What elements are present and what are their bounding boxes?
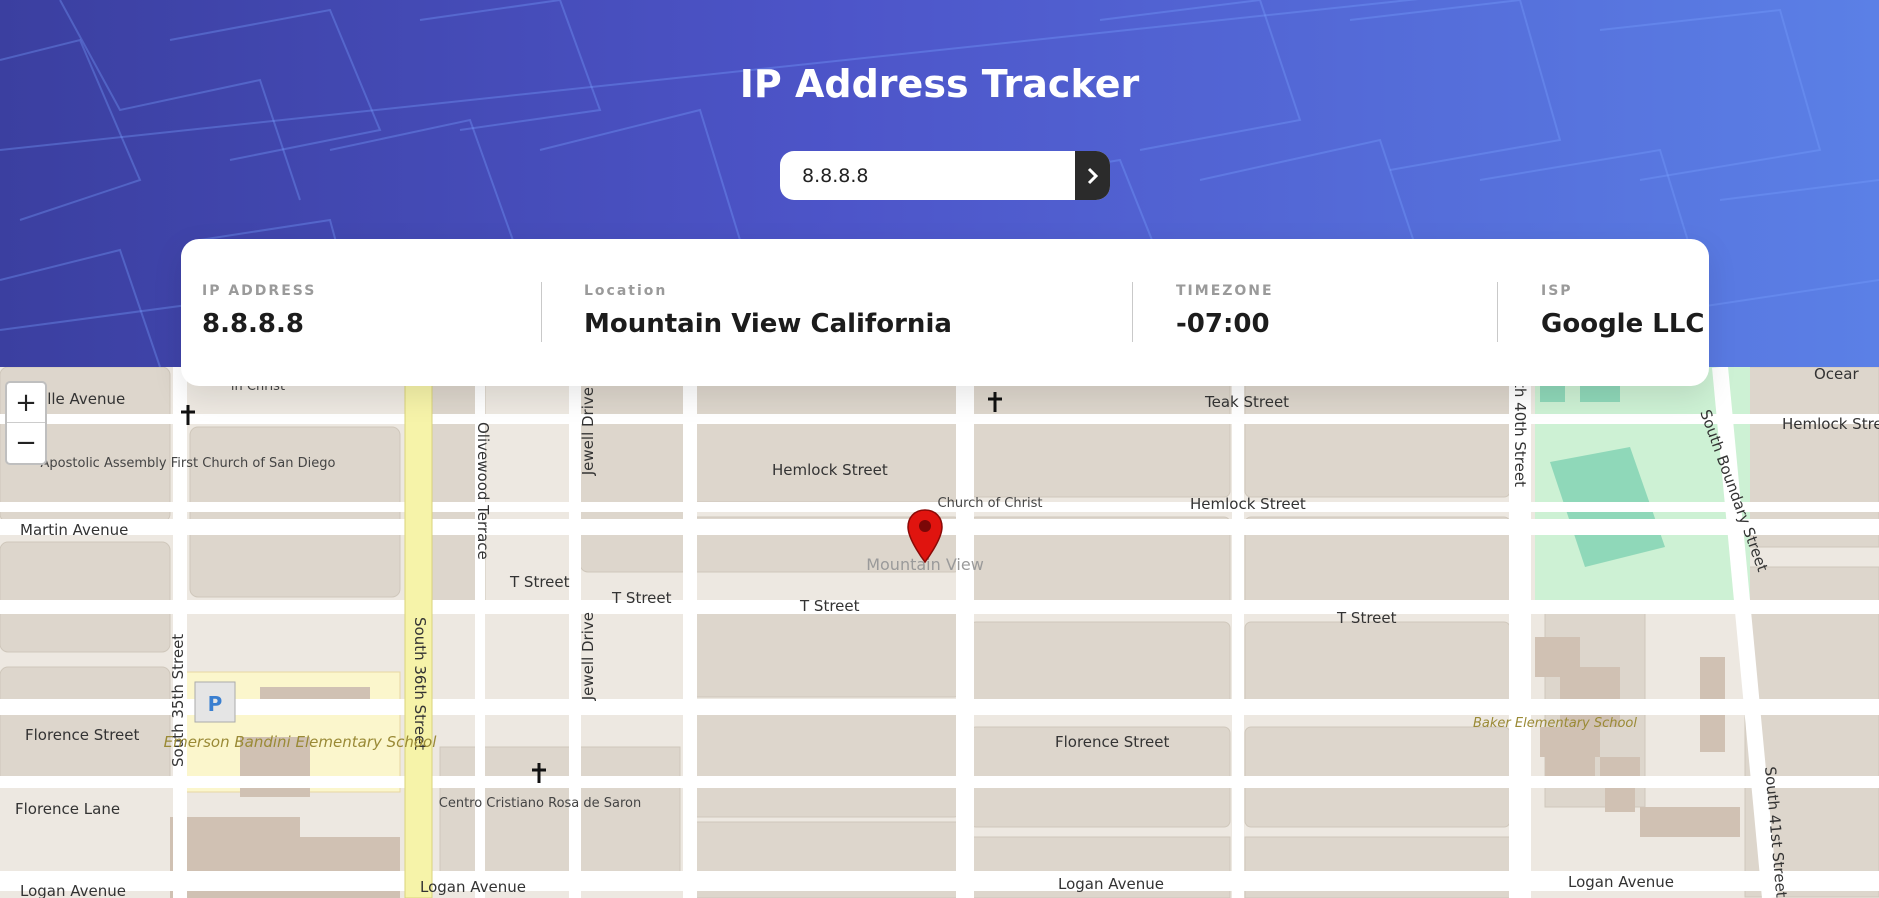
zoom-control: + − <box>5 381 47 465</box>
street-label: Jewell Drive <box>579 612 597 701</box>
divider <box>1497 282 1498 342</box>
street-label: Jewell Drive <box>579 387 597 476</box>
street-label: T Street <box>509 573 570 591</box>
timezone-stat: TIMEZONE -07:00 <box>1176 283 1274 339</box>
divider <box>1132 282 1133 342</box>
street-label: Florence Street <box>1055 733 1169 751</box>
ip-address-stat: IP ADDRESS 8.8.8.8 <box>202 283 316 339</box>
location-label: Location <box>584 283 668 299</box>
street-label: Teak Street <box>1204 393 1289 411</box>
isp-label: ISP <box>1541 283 1573 299</box>
ip-search-input[interactable] <box>780 151 1075 200</box>
street-label: Hemlock Stre <box>1782 415 1879 433</box>
isp-stat: ISP Google LLC <box>1541 283 1705 339</box>
ip-address-value: 8.8.8.8 <box>202 309 304 339</box>
map-pin-icon[interactable] <box>906 508 944 568</box>
street-label: Logan Avenue <box>20 882 126 898</box>
location-stat: Location Mountain View California <box>584 283 952 339</box>
street-label: Ocear <box>1814 367 1859 383</box>
street-label: Martin Avenue <box>20 521 128 539</box>
ip-info-card: IP ADDRESS 8.8.8.8 Location Mountain Vie… <box>181 239 1709 386</box>
page-title: IP Address Tracker <box>739 62 1140 106</box>
place-label: Apostolic Assembly First Church of San D… <box>41 456 336 471</box>
street-label: Hemlock Street <box>772 461 888 479</box>
zoom-in-button[interactable]: + <box>7 383 45 423</box>
timezone-label: TIMEZONE <box>1176 283 1274 299</box>
street-label: T Street <box>799 597 860 615</box>
zoom-out-button[interactable]: − <box>7 423 45 463</box>
place-label: Emerson Bandini Elementary School <box>164 733 438 751</box>
timezone-value: -07:00 <box>1176 309 1270 339</box>
street-label: Logan Avenue <box>420 878 526 896</box>
search-submit-button[interactable] <box>1075 151 1110 200</box>
street-label: South 36th Street <box>411 617 429 750</box>
parking-icon: P <box>208 692 223 716</box>
street-label: Logan Avenue <box>1568 873 1674 891</box>
place-label: Church of Christ <box>938 496 1043 511</box>
street-label: T Street <box>1336 609 1397 627</box>
isp-value: Google LLC <box>1541 309 1705 339</box>
street-label: Logan Avenue <box>1058 875 1164 893</box>
chevron-right-icon <box>1087 167 1098 184</box>
ip-search-bar <box>780 151 1110 200</box>
street-label: th 40th Street <box>1511 382 1529 487</box>
place-label: Centro Cristiano Rosa de Saron <box>439 796 642 811</box>
location-value: Mountain View California <box>584 309 952 339</box>
place-label: Baker Elementary School <box>1473 716 1637 731</box>
street-label: Florence Street <box>25 726 139 744</box>
street-label: Olivewood Terrace <box>474 422 492 560</box>
street-label: Hemlock Street <box>1190 495 1306 513</box>
map-canvas[interactable]: Teak Street Hemlock Street Hemlock Stree… <box>0 367 1879 898</box>
ip-address-label: IP ADDRESS <box>202 283 317 299</box>
street-label: Florence Lane <box>15 800 120 818</box>
map-view[interactable]: Teak Street Hemlock Street Hemlock Stree… <box>0 367 1879 898</box>
divider <box>541 282 542 342</box>
street-label: T Street <box>611 589 672 607</box>
street-label: alle Avenue <box>38 390 125 408</box>
